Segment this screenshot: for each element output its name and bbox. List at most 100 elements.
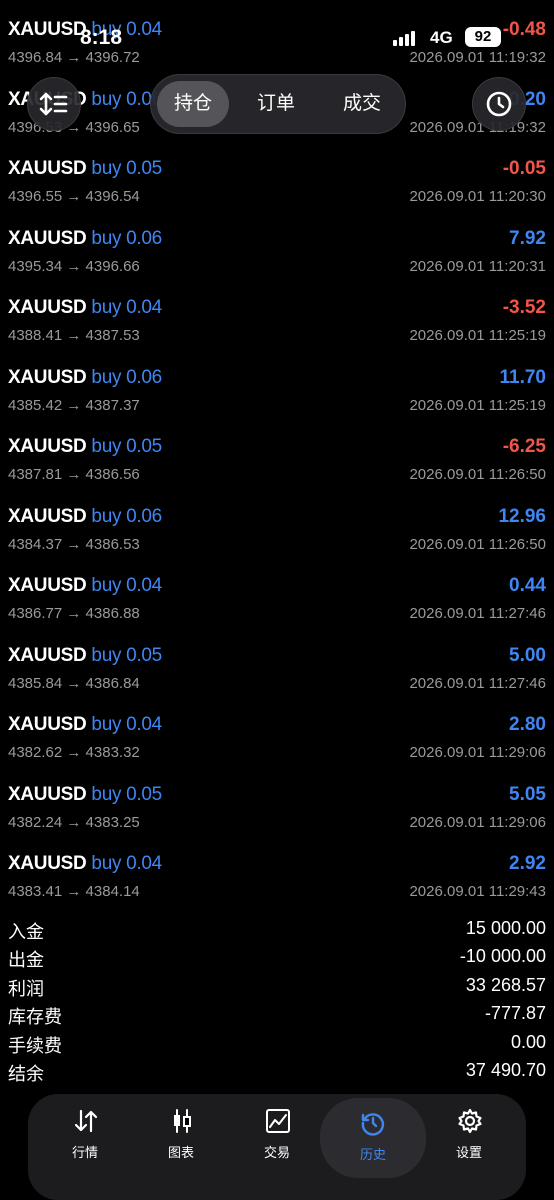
trade-time: 2026.09.01 11:27:46 [409, 605, 546, 622]
trade-time: 2026.09.01 11:25:19 [409, 396, 546, 414]
trade-time: 2026.09.01 11:20:31 [409, 257, 546, 275]
trade-symbol: XAUUSD [8, 714, 87, 735]
summary-row: 库存费 -777.87 [0, 1003, 554, 1031]
trade-volume: 0.04 [126, 297, 162, 318]
summary-value: 37 490.70 [465, 1060, 546, 1080]
tab-positions[interactable]: 持仓 [157, 81, 229, 127]
trade-volume: 0.05 [126, 783, 162, 805]
period-button[interactable] [472, 77, 526, 131]
candlestick-chart-icon [174, 1109, 191, 1133]
summary-value: -10 000.00 [459, 946, 546, 967]
gear-icon [458, 1108, 482, 1134]
status-time: 8:18 [80, 26, 123, 49]
summary-label: 出金 [8, 950, 44, 971]
trade-profit: 2.92 [509, 853, 546, 874]
trade-prices: 4387.81 → 4386.56 [8, 466, 140, 483]
trade-symbol-line: XAUUSD buy 0.04 [8, 714, 162, 736]
trade-profit: -6.25 [502, 436, 546, 457]
trade-side: buy [91, 783, 122, 805]
nav-history[interactable]: 历史 [320, 1098, 426, 1178]
trade-row[interactable]: XAUUSD buy 0.06 4395.34 → 4396.66 7.92 2026… [0, 228, 554, 297]
trade-symbol: XAUUSD [8, 505, 87, 527]
trade-side: buy [91, 644, 122, 666]
trade-time: 2026.09.01 11:26:50 [409, 535, 546, 553]
nav-charts-label: 图表 [167, 1145, 194, 1160]
nav-quotes[interactable]: 行情 [36, 1094, 134, 1170]
summary-label: 利润 [8, 978, 44, 999]
trade-profit: 0.44 [509, 575, 546, 596]
trade-prices: 4382.24 → 4383.25 [8, 813, 140, 831]
summary-value: -777.87 [484, 1003, 546, 1024]
trade-row[interactable]: XAUUSD buy 0.05 4385.84 → 4386.84 5.00 2026… [0, 645, 554, 714]
trade-symbol: XAUUSD [8, 366, 87, 388]
trade-profit: -0.05 [502, 158, 546, 179]
trade-volume: 0.04 [126, 714, 162, 735]
trade-side: buy [91, 714, 122, 735]
bottom-nav: 行情 图表 交易 历史 设置 [28, 1094, 526, 1200]
status-bar: 8:18 4G 92 [0, 0, 554, 50]
summary-label: 结余 [8, 1064, 44, 1084]
trade-time: 2026.09.01 11:27:46 [409, 674, 546, 692]
trade-symbol: XAUUSD [8, 227, 87, 249]
trade-volume: 0.05 [126, 644, 162, 666]
trade-side: buy [91, 297, 122, 318]
trade-row[interactable]: XAUUSD buy 0.04 4386.77 → 4386.88 0.44 2026… [0, 575, 554, 644]
tab-switcher: 持仓 订单 成交 [150, 74, 406, 134]
trade-prices: 4385.84 → 4386.84 [8, 674, 140, 692]
trade-side: buy [91, 88, 122, 110]
trade-profit: 5.05 [509, 783, 546, 805]
history-clock-icon [361, 1113, 385, 1136]
trade-volume: 0.04 [126, 853, 162, 874]
trade-side: buy [91, 158, 122, 179]
trade-volume: 0.06 [126, 505, 162, 527]
trade-symbol: XAUUSD [8, 644, 87, 666]
trade-volume: 0.06 [126, 227, 162, 249]
trade-row[interactable]: XAUUSD buy 0.05 4396.55 → 4396.54 -0.05 202… [0, 158, 554, 227]
trade-prices: 4384.37 → 4386.53 [8, 535, 140, 553]
trade-row[interactable]: XAUUSD buy 0.06 4384.37 → 4386.53 12.96 202… [0, 506, 554, 575]
trade-symbol-line: XAUUSD buy 0.05 [8, 784, 162, 806]
summary-row: 出金 -10 000.00 [0, 946, 554, 974]
trade-row[interactable]: XAUUSD buy 0.04 4382.62 → 4383.32 2.80 2026… [0, 714, 554, 783]
trade-profit: 2.80 [509, 714, 546, 735]
trade-symbol-line: XAUUSD buy 0.05 [8, 645, 162, 667]
trade-symbol-line: XAUUSD buy 0.04 [8, 853, 162, 875]
trade-line-chart-icon [266, 1109, 290, 1133]
trade-prices: 4385.42 → 4387.37 [8, 396, 140, 414]
trade-profit: 12.96 [498, 505, 546, 527]
network-type: 4G [430, 28, 453, 47]
trade-time: 2026.09.01 11:19:32 [409, 49, 546, 66]
nav-charts[interactable]: 图表 [132, 1094, 230, 1170]
trade-time: 2026.09.01 11:26:50 [409, 466, 546, 483]
trade-row[interactable]: XAUUSD buy 0.05 4387.81 → 4386.56 -6.25 202… [0, 436, 554, 505]
trade-row[interactable]: XAUUSD buy 0.05 4382.24 → 4383.25 5.05 2026… [0, 784, 554, 853]
trade-symbol-line: XAUUSD buy 0.04 [8, 575, 162, 597]
nav-settings-label: 设置 [455, 1145, 482, 1160]
tab-deals[interactable]: 成交 [327, 81, 397, 127]
trade-symbol-line: XAUUSD buy 0.06 [8, 228, 162, 250]
battery-level: 92 [465, 27, 501, 47]
nav-settings[interactable]: 设置 [420, 1094, 518, 1170]
trade-prices: 4396.55 → 4396.54 [8, 188, 140, 205]
tab-orders[interactable]: 订单 [241, 81, 311, 127]
trade-symbol: XAUUSD [8, 575, 87, 596]
trade-row[interactable]: XAUUSD buy 0.04 4383.41 → 4384.14 2.92 2026… [0, 853, 554, 922]
trade-symbol-line: XAUUSD buy 0.06 [8, 506, 162, 528]
sort-button[interactable] [27, 77, 81, 131]
trade-symbol: XAUUSD [8, 436, 87, 457]
trade-prices: 4388.41 → 4387.53 [8, 327, 140, 344]
trade-side: buy [91, 853, 122, 874]
summary-label: 库存费 [8, 1007, 62, 1028]
trade-volume: 0.06 [126, 366, 162, 388]
nav-quotes-label: 行情 [71, 1145, 98, 1160]
nav-trade[interactable]: 交易 [228, 1094, 326, 1170]
trade-side: buy [91, 575, 122, 596]
trade-row[interactable]: XAUUSD buy 0.06 4385.42 → 4387.37 11.70 202… [0, 367, 554, 436]
sort-icon [39, 92, 68, 116]
trade-symbol: XAUUSD [8, 783, 87, 805]
summary-label: 手续费 [8, 1035, 62, 1056]
summary-row: 入金 15 000.00 [0, 918, 554, 946]
trade-profit: -3.52 [502, 297, 546, 318]
summary-value: 33 268.57 [465, 974, 546, 995]
trade-row[interactable]: XAUUSD buy 0.04 4388.41 → 4387.53 -3.52 202… [0, 297, 554, 366]
